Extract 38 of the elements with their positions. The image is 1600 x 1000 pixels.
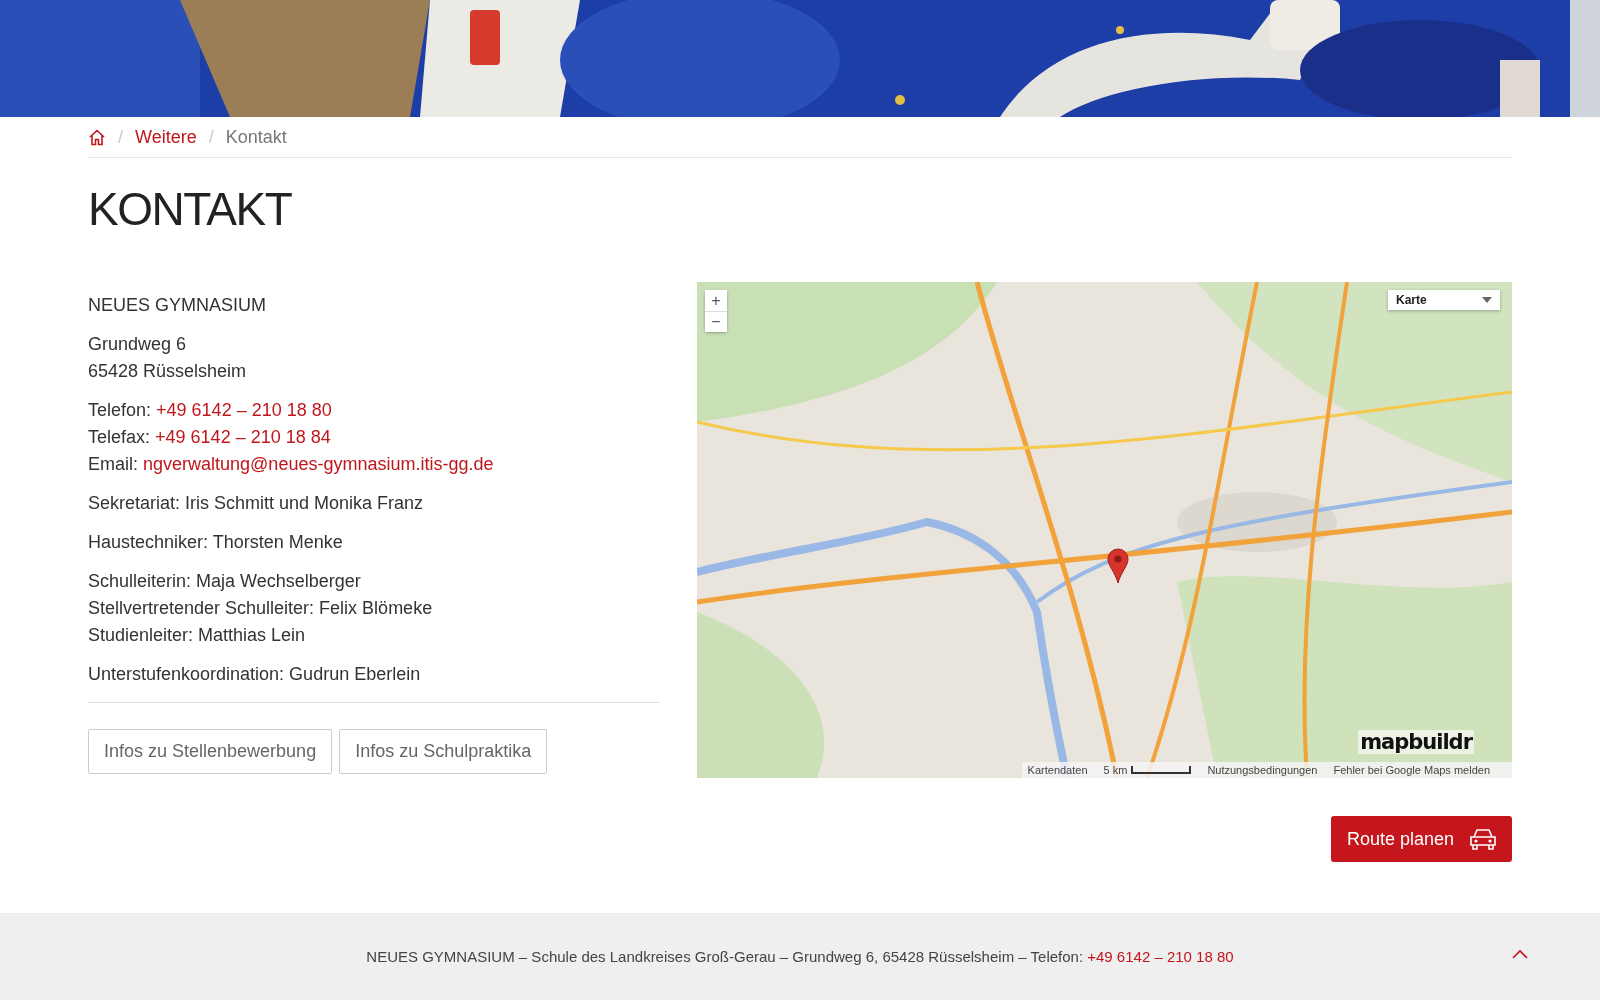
footer-text: NEUES GYMNASIUM – Schule des Landkreises Groß-Gerau – Grundweg 6, 65428 Rüsselsheim – Telefon: +49 6142 – 210 18 80 [366,948,1234,965]
contact-link[interactable]: +49 6142 – 210 18 80 [156,400,332,420]
map-type-select[interactable]: Karte [1388,290,1500,310]
contact-text: Unterstufenkoordination: Gudrun Eberlein [88,663,422,686]
scale-label: 5 km [1103,764,1128,776]
breadcrumb-separator: / [208,126,214,148]
zoom-out-button[interactable]: − [705,311,727,332]
contact-text: 65428 Rüsselsheim [88,360,248,383]
car-icon [1468,827,1498,851]
zoom-in-button[interactable]: + [705,290,727,311]
route-button[interactable]: Route planen [1330,816,1512,862]
contact-text: Grundweg 6 [88,333,188,356]
contact-link[interactable]: +49 6142 – 210 18 84 [155,427,331,447]
contact-text: Studienleiter: Matthias Lein [88,624,307,647]
scale-bar-icon [1131,766,1192,774]
breadcrumb-link[interactable]: Weitere [135,126,197,148]
contact-line: Email: ngverwaltung@neues-gymnasium.itis-gg.de [88,453,495,476]
map-footer-link[interactable]: Nutzungsbedingungen [1207,764,1318,776]
breadcrumb-separator: / [118,126,123,148]
footer-phone-link[interactable]: +49 6142 – 210 18 80 [1087,948,1234,965]
contact-text: Haustechniker: Thorsten Menke [88,531,344,554]
scroll-up-icon[interactable] [1512,949,1528,959]
dropdown-caret-icon [1482,297,1492,303]
contact-line: Telefon: +49 6142 – 210 18 80 [88,399,333,422]
map-pin-icon[interactable] [1107,548,1129,584]
contact-text: Stellvertretender Schulleiter: Felix Blömeke [88,597,434,620]
map-footer-link[interactable]: Fehler bei Google Maps melden [1333,764,1490,776]
contact-text: NEUES GYMNASIUM [88,294,268,317]
map-brand-logo: mapbuildr [1358,730,1474,754]
home-icon[interactable] [88,128,106,146]
contact-text: Sekretariat: Iris Schmitt und Monika Franz [88,492,425,515]
breadcrumb-current: Kontakt [225,126,287,148]
info-button[interactable]: Infos zu Stellenbewerbung [88,729,333,774]
info-button[interactable]: Infos zu Schulpraktika [339,729,548,774]
contact-line: Telefax: +49 6142 – 210 18 84 [88,426,332,449]
contact-text: Schulleiterin: Maja Wechselberger [88,570,362,593]
contact-link[interactable]: ngverwaltung@neues-gymnasium.itis-gg.de [143,454,494,474]
page-title: KONTAKT [88,186,293,232]
